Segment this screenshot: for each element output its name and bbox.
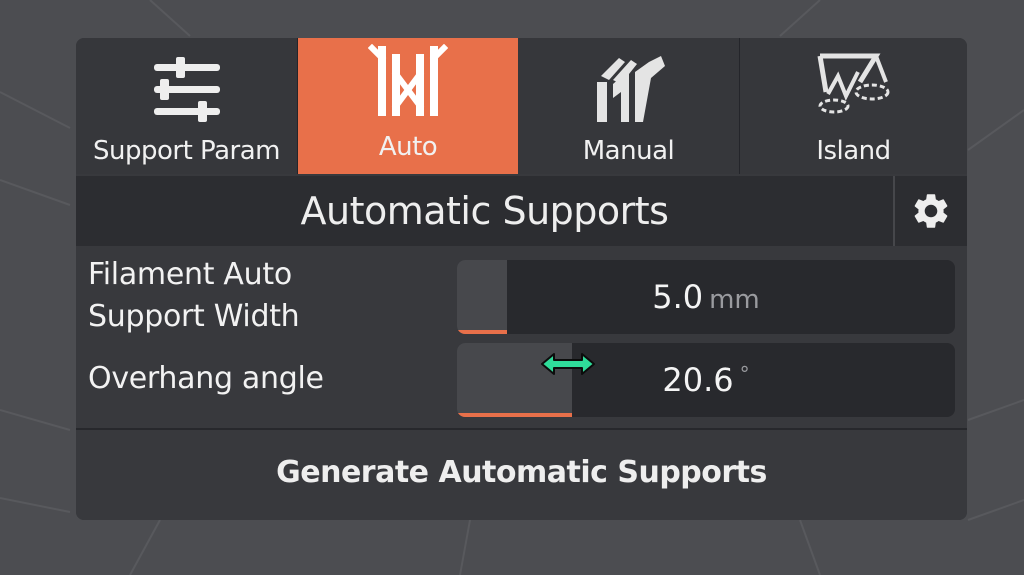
island-icon: [814, 52, 894, 123]
overhang-angle-label: Overhang angle: [88, 361, 324, 396]
manual-support-icon: [591, 52, 667, 131]
support-width-label: Filament Auto Support Width: [88, 257, 300, 334]
tab-label: Manual: [582, 136, 675, 166]
tab-label: Auto: [378, 132, 438, 162]
overhang-angle-value: 20.6 °: [662, 361, 750, 399]
tab-auto[interactable]: Auto: [298, 38, 518, 174]
section-title: Automatic Supports: [300, 189, 669, 233]
support-width-value: 5.0 mm: [652, 278, 760, 316]
tab-support-param[interactable]: Support Param: [76, 38, 298, 174]
sliders-icon: [152, 56, 222, 129]
tab-label: Island: [816, 136, 891, 166]
unit-label: mm: [709, 285, 760, 315]
support-tabs: Support Param Auto Manual Island: [76, 38, 967, 174]
gear-icon: [914, 194, 948, 228]
tab-island[interactable]: Island: [740, 38, 967, 174]
tab-label: Support Param: [93, 136, 280, 166]
unit-label: °: [739, 362, 750, 386]
generate-supports-button[interactable]: Generate Automatic Supports: [76, 430, 967, 520]
support-panel: Support Param Auto Manual Island Automat…: [76, 38, 967, 520]
overhang-angle-slider[interactable]: 20.6 °: [457, 343, 955, 417]
section-header: Automatic Supports: [76, 176, 967, 246]
resize-cursor-icon: [541, 353, 595, 375]
auto-support-icon: [367, 43, 449, 123]
tab-manual[interactable]: Manual: [518, 38, 740, 174]
settings-button[interactable]: [893, 176, 967, 246]
support-width-slider[interactable]: 5.0 mm: [457, 260, 955, 334]
